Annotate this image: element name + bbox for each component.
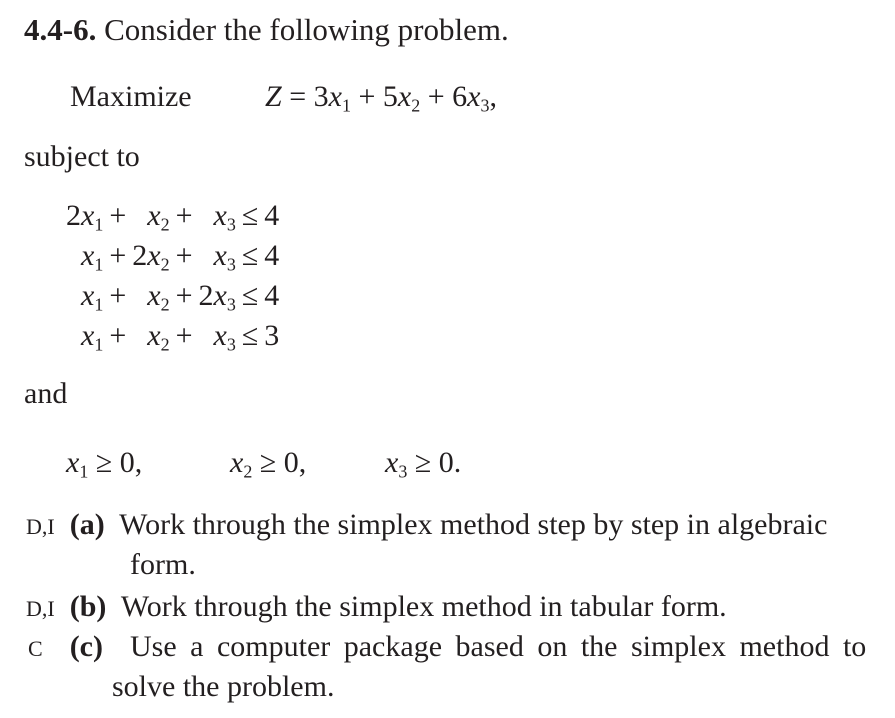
part-a: D,I (a) Work through the simplex method …	[26, 508, 828, 541]
subject-to-label: subject to	[24, 140, 140, 173]
problem-heading: 4.4-6. Consider the following problem.	[24, 12, 509, 48]
nonneg-x1: x1 ≥ 0,	[66, 446, 143, 482]
part-b: D,I (b) Work through the simplex method …	[26, 590, 727, 623]
problem-number: 4.4-6.	[24, 12, 97, 47]
problem-intro: Consider the following problem.	[104, 12, 509, 47]
constraint-row: x1 + x2 +2x3 ≤4	[81, 279, 280, 315]
nonneg-x3: x3 ≥ 0.	[385, 446, 462, 482]
maximize-label: Maximize	[70, 80, 192, 113]
constraint-row: x1 +2x2 + x3 ≤4	[81, 239, 280, 275]
constraints-table: 2x1 + x2 + x3 ≤4 x1 +2x2 + x3 ≤4 x1 + x2 +2x3 ≤4 x1 + x2 + x…	[66, 196, 279, 356]
part-c-continued: solve the problem.	[112, 670, 335, 703]
objective-function: Z = 3x1 + 5x2 + 6x3,	[265, 80, 497, 116]
nonneg-x2: x2 ≥ 0,	[230, 446, 307, 482]
constraint-row: 2x1 + x2 + x3 ≤4	[66, 199, 280, 235]
constraint-row: x1 + x2 + x3 ≤3	[81, 319, 280, 355]
and-label: and	[24, 377, 68, 410]
part-a-continued: form.	[130, 548, 196, 581]
part-c: C (c) Use a computer package based on th…	[28, 630, 867, 663]
